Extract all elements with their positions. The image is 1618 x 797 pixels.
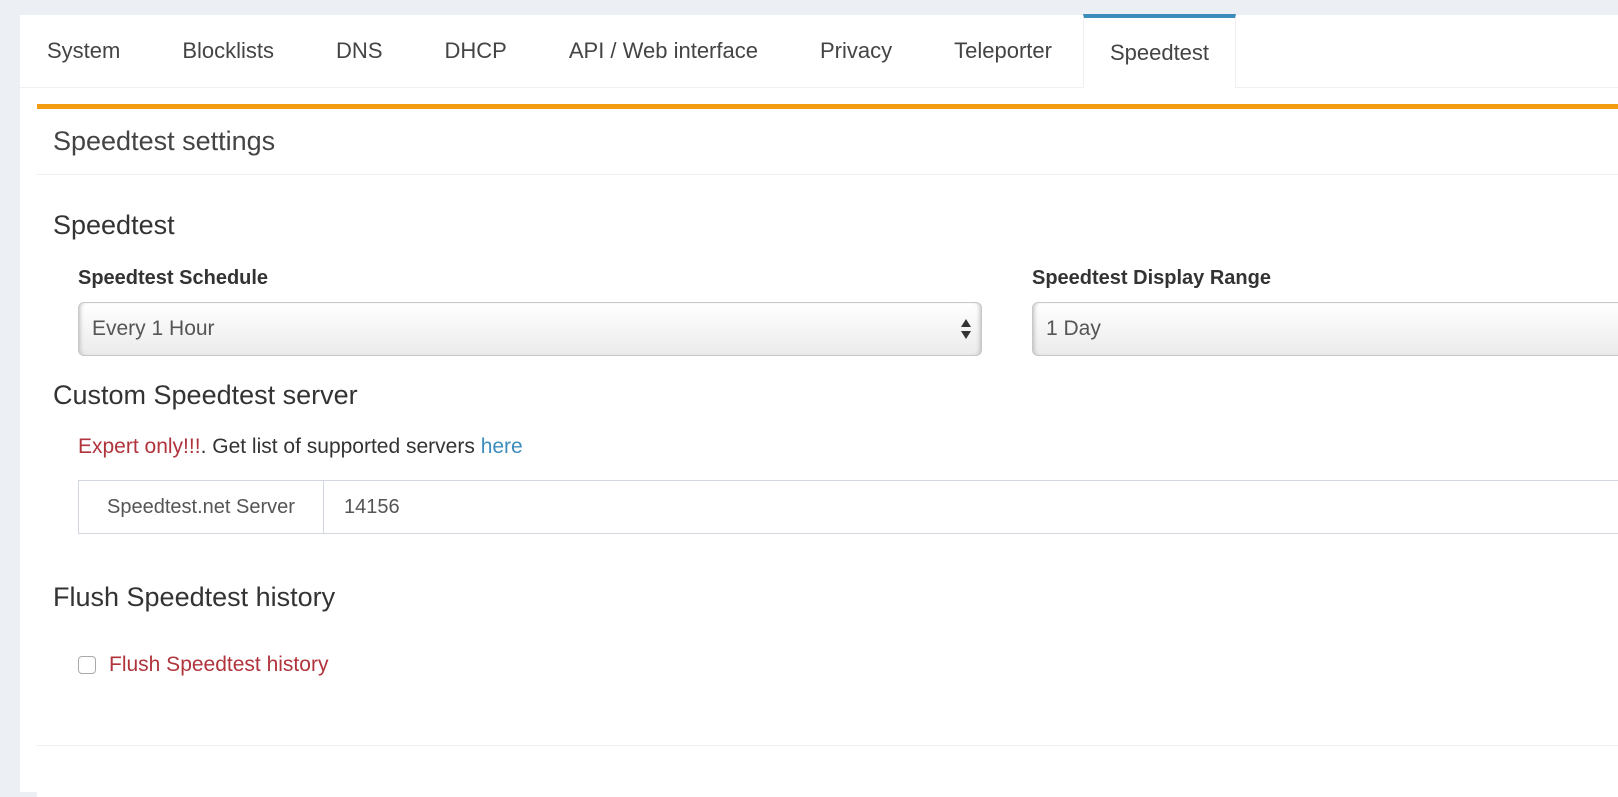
settings-tabs: System Blocklists DNS DHCP API / Web int…: [20, 14, 1618, 88]
server-input-group: Speedtest.net Server: [78, 480, 1618, 534]
flush-history-label[interactable]: Flush Speedtest history: [109, 653, 328, 677]
server-input[interactable]: [324, 480, 1618, 534]
display-range-label: Speedtest Display Range: [1032, 267, 1271, 289]
tab-teleporter[interactable]: Teleporter: [923, 15, 1083, 87]
schedule-select[interactable]: Every 1 Hour: [78, 302, 982, 356]
flush-history-option[interactable]: Flush Speedtest history: [78, 653, 328, 677]
custom-server-section-title: Custom Speedtest server: [53, 380, 358, 410]
flush-history-checkbox[interactable]: [78, 656, 96, 674]
server-addon-label: Speedtest.net Server: [78, 480, 324, 534]
schedule-select-value: Every 1 Hour: [92, 317, 215, 340]
supported-servers-text: . Get list of supported servers: [200, 435, 481, 458]
box-title: Speedtest settings: [53, 126, 276, 156]
speedtest-section-title: Speedtest: [53, 210, 175, 240]
box-footer-divider: [37, 745, 1618, 746]
settings-panel: System Blocklists DNS DHCP API / Web int…: [20, 14, 1618, 797]
tab-blocklists[interactable]: Blocklists: [151, 15, 305, 87]
display-range-select-value: 1 Day: [1046, 317, 1101, 340]
tab-dns[interactable]: DNS: [305, 15, 413, 87]
tab-api-web-interface[interactable]: API / Web interface: [538, 15, 789, 87]
display-range-select[interactable]: 1 Day: [1032, 302, 1618, 356]
expert-warning: Expert only!!!: [78, 435, 201, 458]
supported-servers-link[interactable]: here: [481, 435, 523, 458]
flush-section-title: Flush Speedtest history: [53, 582, 336, 612]
tab-system[interactable]: System: [20, 15, 151, 87]
custom-server-note: Expert only!!!. Get list of supported se…: [78, 435, 523, 459]
select-arrows-icon: [961, 319, 971, 339]
tab-speedtest[interactable]: Speedtest: [1082, 14, 1237, 88]
box-header: Speedtest settings: [37, 109, 1618, 175]
schedule-label: Speedtest Schedule: [78, 267, 269, 289]
tab-dhcp[interactable]: DHCP: [414, 15, 538, 87]
speedtest-settings-box: Speedtest settings Speedtest Speedtest S…: [37, 104, 1618, 797]
tab-privacy[interactable]: Privacy: [789, 15, 923, 87]
